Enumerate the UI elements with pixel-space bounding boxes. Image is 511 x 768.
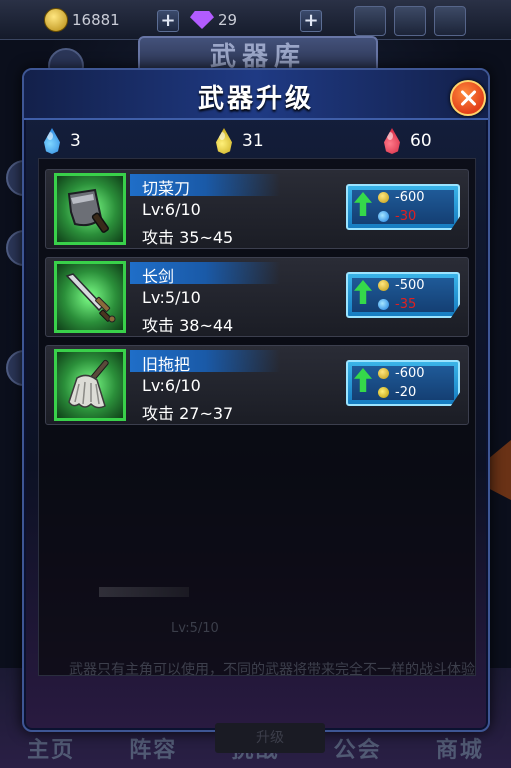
weapon-level: Lv:6/10: [142, 376, 201, 395]
mop-icon: [54, 349, 126, 421]
weapon-row: 旧拖把 Lv:6/10 攻击 27~37 -600 -20: [45, 345, 469, 425]
top-resource-bar: 16881 + 29 +: [0, 0, 511, 40]
essence-cost-value: -30: [395, 208, 417, 224]
gold-cost-value: -500: [395, 277, 425, 293]
upgrade-button[interactable]: -600 -30: [346, 184, 460, 230]
cleaver-icon: [54, 173, 126, 245]
red-drop-icon: [384, 128, 400, 154]
gem-amount: 29: [218, 11, 238, 29]
weapon-name: 切菜刀: [142, 179, 191, 198]
essence-cost-value: -20: [395, 384, 417, 400]
resource-stats: 3 31 60: [24, 126, 488, 156]
yellow-essence-count: 31: [242, 131, 264, 151]
essence-cost-value: -35: [395, 296, 417, 312]
upgrade-button[interactable]: -600 -20: [346, 360, 460, 406]
blue-drop-icon: [378, 298, 389, 310]
weapon-upgrade-dialog: 武器升级 3 31 60 切菜刀 Lv:6/10 攻击 35~45 -600 -…: [22, 68, 490, 753]
yellow-essence-stat: 31: [214, 126, 264, 156]
blue-drop-icon: [378, 210, 389, 222]
essence-cost: -20: [378, 384, 416, 400]
essence-cost: -35: [378, 296, 416, 312]
weapon-attack: 攻击 35~45: [142, 228, 234, 247]
gem-display: 29: [190, 8, 237, 32]
weapon-name: 长剑: [142, 267, 175, 286]
settings-gear-icon[interactable]: [434, 6, 466, 36]
gold-display: 16881: [44, 8, 120, 32]
gold-cost-value: -600: [395, 365, 425, 381]
yellow-drop-icon: [216, 128, 232, 154]
gem-icon: [190, 11, 214, 29]
faded-weapon-preview: [99, 587, 189, 597]
gold-cost: -600: [378, 365, 425, 381]
red-essence-stat: 60: [382, 126, 432, 156]
essence-cost: -30: [378, 208, 416, 224]
weapon-row: 切菜刀 Lv:6/10 攻击 35~45 -600 -30: [45, 169, 469, 249]
tools-icon[interactable]: [354, 6, 386, 36]
gold-coin-icon: [378, 367, 389, 379]
gold-coin-icon: [44, 8, 68, 32]
faded-level-text: Lv:5/10: [171, 621, 219, 636]
blue-drop-icon: [44, 128, 60, 154]
weapon-row: 长剑 Lv:5/10 攻击 38~44 -500 -35: [45, 257, 469, 337]
weapon-level: Lv:5/10: [142, 288, 201, 307]
faded-description: 武器只有主角可以使用，不同的武器将带来完全不一样的战斗体验: [69, 662, 475, 678]
upgrade-button[interactable]: -500 -35: [346, 272, 460, 318]
add-gold-button[interactable]: +: [157, 10, 179, 32]
gold-coin-icon: [378, 279, 389, 291]
weapon-level: Lv:6/10: [142, 200, 201, 219]
weapon-name: 旧拖把: [142, 355, 191, 374]
sword-icon: [54, 261, 126, 333]
close-button[interactable]: [450, 80, 486, 116]
gold-cost: -500: [378, 277, 425, 293]
nav-tab-shop[interactable]: 商城: [436, 732, 484, 764]
weapon-attack: 攻击 38~44: [142, 316, 234, 335]
dialog-title: 武器升级: [197, 84, 314, 114]
add-gem-button[interactable]: +: [300, 10, 322, 32]
nav-tab-home[interactable]: 主页: [27, 732, 75, 764]
gold-cost: -600: [378, 189, 425, 205]
ranking-icon[interactable]: [394, 6, 426, 36]
blue-essence-count: 3: [70, 131, 81, 151]
blue-essence-stat: 3: [42, 126, 81, 156]
red-essence-count: 60: [410, 131, 432, 151]
gold-amount: 16881: [72, 11, 120, 29]
weapon-list: 切菜刀 Lv:6/10 攻击 35~45 -600 -30 长剑 Lv:5/10…: [38, 158, 476, 753]
yellow-drop-icon: [378, 386, 389, 398]
nav-tab-lineup[interactable]: 阵容: [129, 732, 177, 764]
gold-cost-value: -600: [395, 189, 425, 205]
gold-coin-icon: [378, 191, 389, 203]
faded-upgrade-button: 升级: [215, 723, 325, 753]
weapon-attack: 攻击 27~37: [142, 404, 234, 423]
nav-tab-guild[interactable]: 公会: [334, 732, 382, 764]
